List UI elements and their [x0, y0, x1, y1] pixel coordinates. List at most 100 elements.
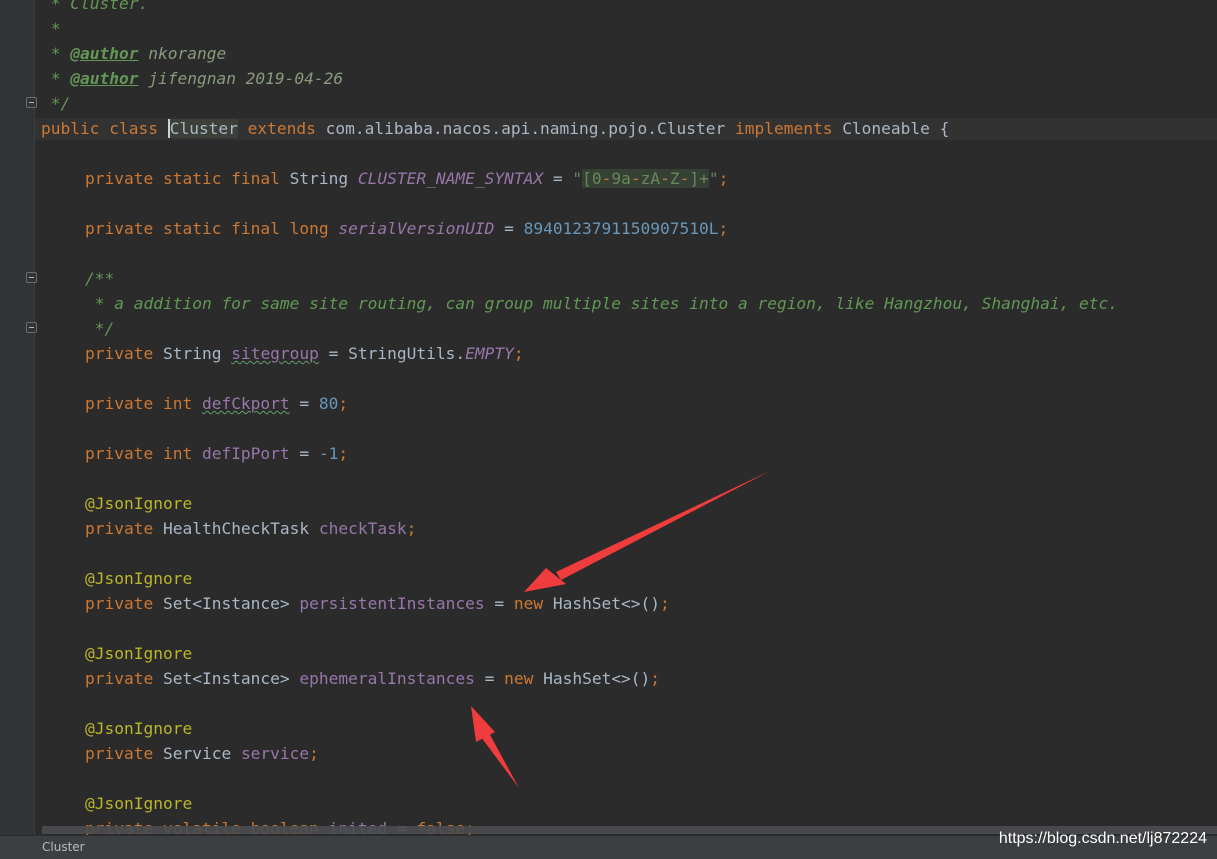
semicolon: ; [338, 444, 349, 463]
keyword: public class [41, 119, 168, 138]
regex-literal: ]+ [689, 169, 709, 188]
code-line: @JsonIgnore [85, 493, 192, 515]
operator: = [474, 669, 505, 688]
code-line: private Set<Instance> persistentInstance… [85, 593, 670, 615]
code-line: @JsonIgnore [85, 643, 192, 665]
code-line: * @author jifengnan 2019-04-26 [41, 68, 343, 90]
watermark: https://blog.csdn.net/lj872224 [998, 830, 1207, 847]
comment: * [41, 44, 71, 63]
annotation[interactable]: @JsonIgnore [85, 494, 192, 513]
code-line: * a addition for same site routing, can … [85, 293, 1118, 315]
comment: * a addition for same site routing, can … [85, 294, 1119, 313]
type-name[interactable]: Set<Instance> [163, 669, 299, 688]
comment: * Cluster. [41, 0, 149, 13]
operator: = StringUtils. [318, 344, 466, 363]
comment: * [41, 19, 61, 38]
code-line: private Service service; [85, 743, 319, 765]
field-name[interactable]: CLUSTER_NAME_SYNTAX [358, 169, 543, 188]
semicolon: ; [513, 344, 524, 363]
regex-literal: - [601, 169, 612, 188]
semicolon: ; [650, 669, 661, 688]
type-name[interactable]: Service [163, 744, 241, 763]
number-literal: 8940123791150907510L [523, 219, 719, 238]
regex-literal: Z [669, 169, 680, 188]
keyword: private static final long [85, 219, 339, 238]
comment: /** [85, 269, 115, 288]
regex-literal: zA [640, 169, 661, 188]
superclass-name[interactable]: com.alibaba.nacos.api.naming.pojo.Cluste… [326, 119, 726, 138]
keyword: private [85, 744, 163, 763]
constructor-call[interactable]: HashSet<>() [553, 594, 660, 613]
keyword: extends [237, 119, 326, 138]
code-line: private int defCkport = 80; [85, 393, 348, 415]
string-quote: " [572, 169, 583, 188]
code-line: private static final String CLUSTER_NAME… [85, 168, 728, 190]
code-line: * Cluster. [41, 0, 148, 15]
comment: */ [41, 94, 71, 113]
operator: = [543, 169, 573, 188]
annotation[interactable]: @JsonIgnore [85, 719, 192, 738]
keyword: private [85, 669, 163, 688]
field-name[interactable]: ephemeralInstances [299, 669, 474, 688]
code-line: */ [41, 93, 71, 115]
semicolon: ; [338, 394, 349, 413]
regex-literal: - [679, 169, 690, 188]
operator: = [289, 394, 319, 413]
code-line: * @author nkorange [41, 43, 226, 65]
field-name[interactable]: defCkport [202, 394, 290, 413]
keyword: new [513, 594, 553, 613]
current-code-line: public class Cluster extends com.alibaba… [35, 118, 1217, 140]
javadoc-tag: @author [70, 69, 139, 88]
class-name[interactable]: Cluster [167, 119, 238, 138]
javadoc-tag: @author [70, 44, 139, 63]
semicolon: ; [718, 219, 729, 238]
semicolon: ; [309, 744, 319, 763]
code-line: @JsonIgnore [85, 718, 192, 740]
operator: = [289, 444, 319, 463]
keyword: private static final [85, 169, 290, 188]
keyword: private int [85, 444, 202, 463]
keyword: private [85, 519, 163, 538]
code-line: /** [85, 268, 114, 290]
number-literal: 80 [318, 394, 339, 413]
code-line: @JsonIgnore [85, 793, 192, 815]
type-name: String [289, 169, 358, 188]
keyword: new [504, 669, 544, 688]
keyword: private int [85, 394, 202, 413]
code-editor[interactable]: * Cluster. * * @author nkorange * @autho… [35, 0, 1217, 835]
annotation[interactable]: @JsonIgnore [85, 644, 192, 663]
breadcrumb[interactable]: Cluster [42, 840, 85, 854]
regex-literal: - [660, 169, 670, 188]
regex-literal: - [630, 169, 641, 188]
field-name[interactable]: checkTask [319, 519, 407, 538]
field-name[interactable]: defIpPort [202, 444, 290, 463]
keyword: private [85, 344, 163, 363]
string-quote: " [708, 169, 719, 188]
field-name[interactable]: service [241, 744, 309, 763]
comment: */ [85, 319, 115, 338]
semicolon: ; [406, 519, 417, 538]
operator: = [494, 219, 524, 238]
code-line: private Set<Instance> ephemeralInstances… [85, 668, 660, 690]
annotation[interactable]: @JsonIgnore [85, 794, 192, 813]
comment: * [41, 69, 71, 88]
code-line: * [41, 18, 61, 40]
keyword: private [85, 594, 163, 613]
code-line: private String sitegroup = StringUtils.E… [85, 343, 524, 365]
field-name[interactable]: persistentInstances [299, 594, 484, 613]
type-name[interactable]: HealthCheckTask [163, 519, 319, 538]
operator: = [484, 594, 514, 613]
interface-name[interactable]: Cloneable { [842, 119, 949, 138]
editor-gutter [0, 0, 37, 835]
code-line: private HealthCheckTask checkTask; [85, 518, 416, 540]
javadoc-tag-value: jifengnan 2019-04-26 [138, 69, 344, 88]
code-line: private int defIpPort = -1; [85, 443, 348, 465]
constructor-call[interactable]: HashSet<>() [543, 669, 650, 688]
annotation[interactable]: @JsonIgnore [85, 569, 192, 588]
regex-literal: [0 [582, 169, 602, 188]
field-name[interactable]: sitegroup [231, 344, 319, 363]
type-name[interactable]: Set<Instance> [163, 594, 299, 613]
number-literal: -1 [318, 444, 339, 463]
static-field-ref[interactable]: EMPTY [465, 344, 514, 363]
field-name[interactable]: serialVersionUID [338, 219, 494, 238]
